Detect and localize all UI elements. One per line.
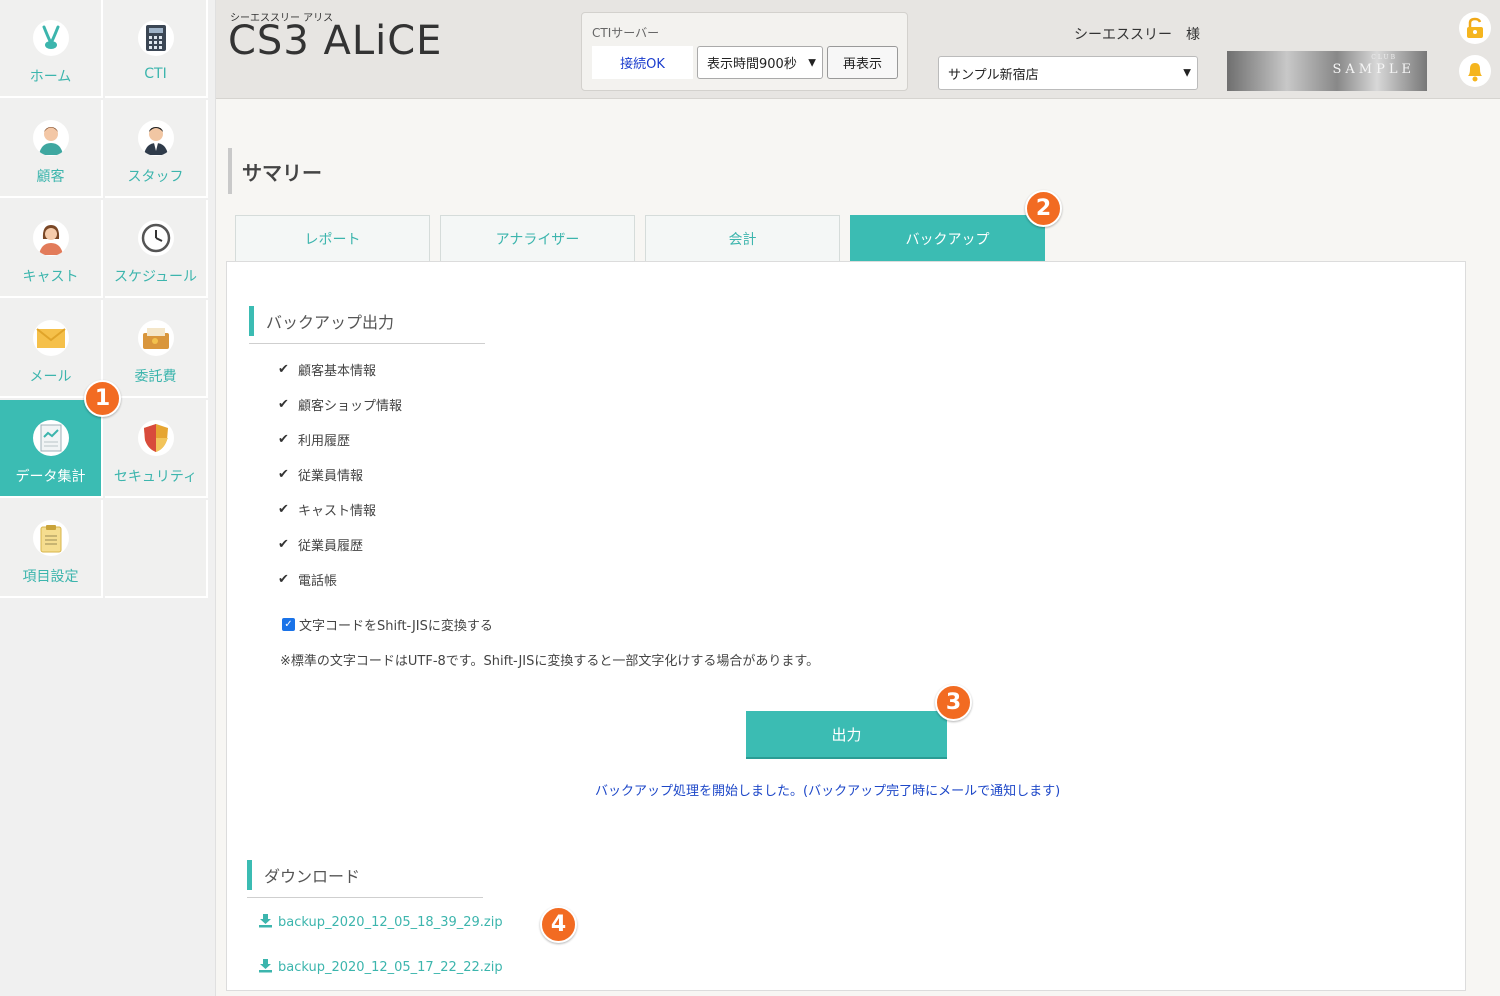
clock-icon bbox=[137, 220, 174, 256]
shop-select[interactable]: サンプル新宿店 ▼ bbox=[938, 56, 1198, 90]
check-icon: ✔ bbox=[278, 467, 289, 482]
backup-item: ✔ 従業員履歴 bbox=[278, 537, 364, 554]
backup-item: ✔ 電話帳 bbox=[278, 572, 338, 589]
backup-status-message: バックアップ処理を開始しました。(バックアップ完了時にメールで通知します) bbox=[595, 784, 1061, 799]
shield-icon bbox=[137, 420, 174, 456]
sidebar-item-settings[interactable]: 項目設定 bbox=[0, 500, 103, 598]
user-name: シーエススリー 様 bbox=[1074, 27, 1200, 43]
sidebar-item-label: ホーム bbox=[29, 69, 72, 85]
brand-logo[interactable]: CS3 ALiCE bbox=[228, 18, 442, 64]
bell-icon[interactable] bbox=[1459, 55, 1491, 87]
sidebar-item-data[interactable]: データ集計 bbox=[0, 400, 103, 498]
backup-output-heading: バックアップ出力 bbox=[249, 306, 486, 344]
check-icon: ✔ bbox=[278, 572, 289, 587]
check-icon: ✔ bbox=[278, 362, 289, 377]
cti-title: CTIサーバー bbox=[592, 26, 660, 40]
sidebar-item-label: データ集計 bbox=[15, 469, 86, 485]
check-icon: ✔ bbox=[278, 502, 289, 517]
tab-analyzer[interactable]: アナライザー bbox=[440, 215, 635, 262]
step-badge-1: 1 bbox=[84, 380, 121, 417]
check-icon: ✔ bbox=[278, 432, 289, 447]
download-link[interactable]: backup_2020_12_05_17_22_22.zip bbox=[258, 958, 503, 977]
sidebar-item-mail[interactable]: メール bbox=[0, 300, 103, 398]
step-badge-2: 2 bbox=[1025, 190, 1062, 227]
sidebar-item-customer[interactable]: 顧客 bbox=[0, 100, 103, 198]
page-title: サマリー bbox=[228, 148, 322, 194]
download-icon bbox=[258, 958, 273, 977]
header: シーエススリー アリス CS3 ALiCE CTIサーバー 接続OK 表示時間9… bbox=[216, 0, 1500, 99]
backup-item: ✔ 利用履歴 bbox=[278, 432, 351, 449]
sidebar-item-label: セキュリティ bbox=[113, 469, 198, 485]
download-filename: backup_2020_12_05_17_22_22.zip bbox=[278, 960, 503, 975]
encoding-note: ※標準の文字コードはUTF-8です。Shift-JISに変換すると一部文字化けす… bbox=[280, 654, 820, 669]
display-time-value: 表示時間900秒 bbox=[707, 57, 797, 72]
sidebar-item-commission[interactable]: 委託費 bbox=[105, 300, 208, 398]
banner-sample-text: SAMPLE bbox=[1332, 62, 1415, 77]
sidebar: ホーム CTI 顧客 スタッフ キャスト スケジュール メール 委託費 データ集… bbox=[0, 0, 216, 996]
output-button[interactable]: 出力 bbox=[746, 711, 947, 757]
sidebar-item-schedule[interactable]: スケジュール bbox=[105, 200, 208, 298]
sidebar-item-cast[interactable]: キャスト bbox=[0, 200, 103, 298]
tab-accounting[interactable]: 会計 bbox=[645, 215, 840, 262]
sidebar-item-home[interactable]: ホーム bbox=[0, 0, 103, 98]
sidebar-item-cti[interactable]: CTI bbox=[105, 0, 208, 98]
sidebar-item-label: 顧客 bbox=[36, 169, 65, 185]
wallet-icon bbox=[137, 320, 174, 356]
sidebar-item-label: 項目設定 bbox=[22, 569, 79, 585]
refresh-button[interactable]: 再表示 bbox=[827, 46, 898, 79]
chevron-down-icon: ▼ bbox=[1183, 67, 1191, 79]
cast-avatar-icon bbox=[32, 220, 69, 256]
chevron-down-icon: ▼ bbox=[808, 57, 816, 68]
shift-jis-checkbox[interactable]: ✓ bbox=[282, 618, 295, 631]
cti-status: 接続OK bbox=[592, 46, 693, 79]
download-icon bbox=[258, 913, 273, 932]
clipboard-icon bbox=[32, 520, 69, 556]
sidebar-item-security[interactable]: セキュリティ bbox=[105, 400, 208, 498]
banner-club-text: CLUB bbox=[1371, 54, 1397, 61]
shop-banner: CLUB SAMPLE bbox=[1227, 51, 1427, 91]
sidebar-item-label: スタッフ bbox=[127, 169, 184, 185]
check-icon: ✔ bbox=[278, 537, 289, 552]
sidebar-item-label: CTI bbox=[144, 66, 167, 82]
shift-jis-option[interactable]: ✓ 文字コードをShift-JISに変換する bbox=[282, 615, 493, 634]
shift-jis-label: 文字コードをShift-JISに変換する bbox=[299, 619, 493, 634]
step-badge-3: 3 bbox=[935, 684, 972, 721]
backup-item: ✔ キャスト情報 bbox=[278, 502, 377, 519]
sidebar-item-label: メール bbox=[29, 369, 72, 385]
backup-item: ✔ 顧客ショップ情報 bbox=[278, 397, 403, 414]
cti-panel: CTIサーバー 接続OK 表示時間900秒 ▼ 再表示 bbox=[581, 12, 908, 91]
download-filename: backup_2020_12_05_18_39_29.zip bbox=[278, 915, 503, 930]
sidebar-item-label: 委託費 bbox=[134, 369, 177, 385]
staff-avatar-icon bbox=[137, 120, 174, 156]
unlock-icon[interactable] bbox=[1459, 12, 1491, 44]
customer-avatar-icon bbox=[32, 120, 69, 156]
step-badge-4: 4 bbox=[540, 906, 577, 943]
rabbit-icon bbox=[32, 20, 69, 56]
check-icon: ✔ bbox=[278, 397, 289, 412]
backup-item: ✔ 顧客基本情報 bbox=[278, 362, 377, 379]
sidebar-item-label: スケジュール bbox=[113, 269, 198, 285]
tab-report[interactable]: レポート bbox=[235, 215, 430, 262]
backup-item: ✔ 従業員情報 bbox=[278, 467, 364, 484]
phone-icon bbox=[137, 20, 174, 56]
envelope-icon bbox=[32, 320, 69, 356]
display-time-select[interactable]: 表示時間900秒 ▼ bbox=[697, 46, 823, 79]
sidebar-item-label: キャスト bbox=[22, 269, 79, 285]
report-icon bbox=[32, 420, 69, 456]
tab-backup[interactable]: バックアップ bbox=[850, 215, 1045, 262]
shop-select-value: サンプル新宿店 bbox=[948, 67, 1039, 83]
sidebar-empty-tile bbox=[105, 500, 208, 598]
download-link[interactable]: backup_2020_12_05_18_39_29.zip bbox=[258, 913, 503, 932]
sidebar-item-staff[interactable]: スタッフ bbox=[105, 100, 208, 198]
download-heading: ダウンロード bbox=[247, 860, 484, 898]
